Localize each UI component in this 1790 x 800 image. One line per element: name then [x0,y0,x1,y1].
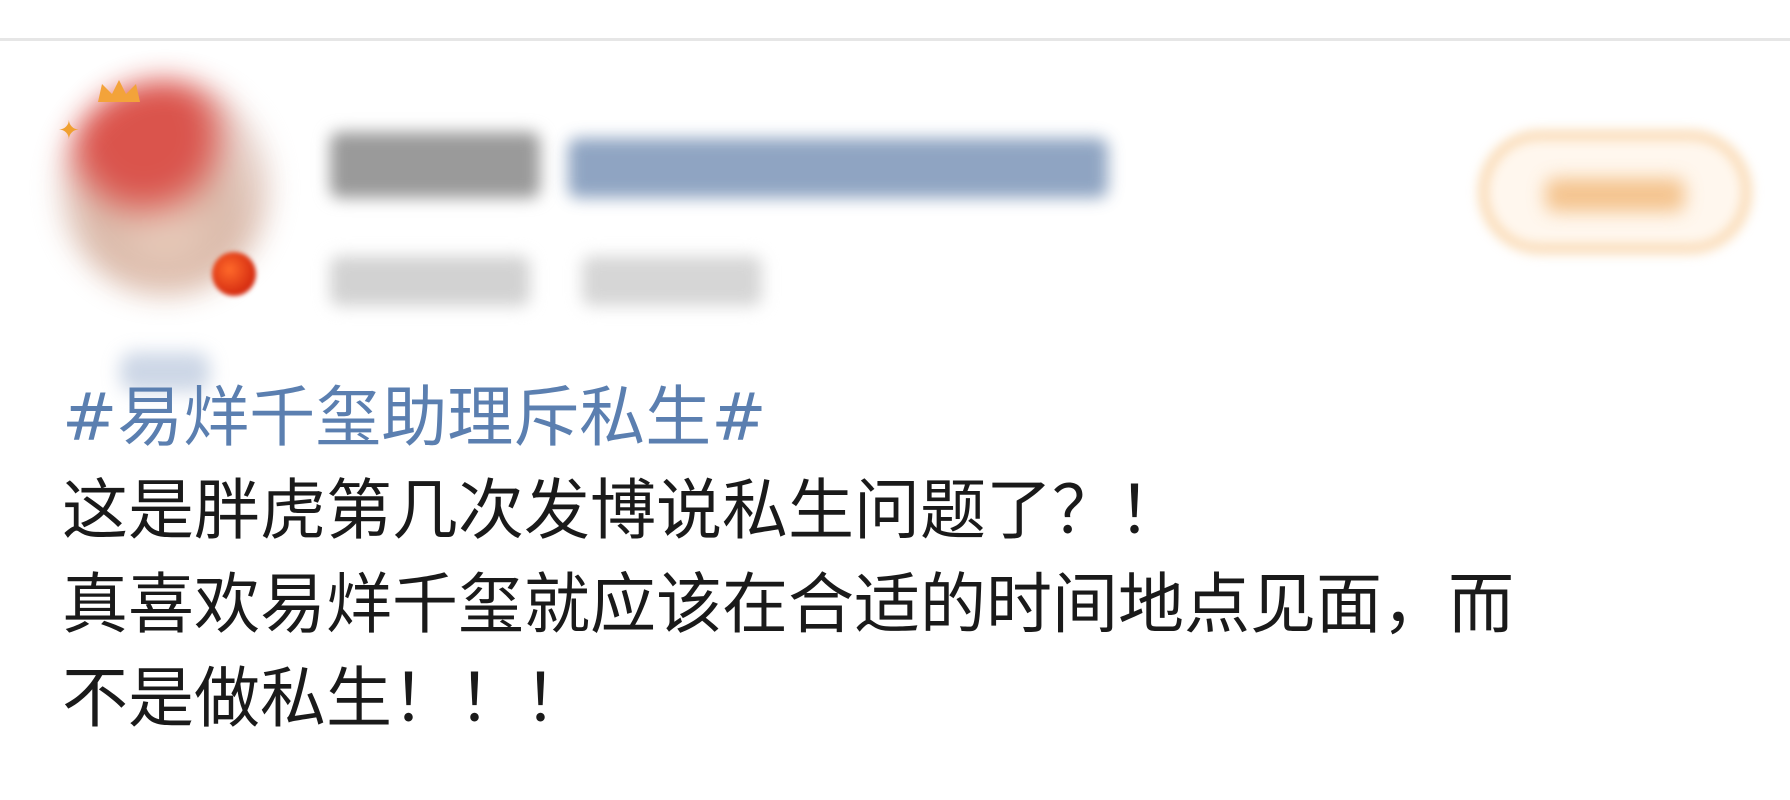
sparkle-icon: ✦ [58,116,80,146]
post-source-redacted [582,256,762,306]
post-text-line-3: 不是做私生！！！ [62,660,590,737]
user-tag-redacted[interactable] [568,138,1108,198]
follow-button-label-redacted [1545,178,1685,212]
username-redacted[interactable] [330,132,540,198]
post-text-line-1: 这是胖虎第几次发博说私生问题了？！ [62,472,1184,549]
post-content: #易烊千玺助理斥私生# 这是胖虎第几次发博说私生问题了？！ 真喜欢易烊千玺就应该… [62,372,1762,746]
post-text-line-2: 真喜欢易烊千玺就应该在合适的时间地点见面，而 [62,566,1514,643]
top-divider [0,38,1790,41]
weibo-post-screenshot: ✦ #易烊千玺助理斥私生# 这是胖虎第几次发博说私生问题了？！ 真喜欢易烊千玺就… [0,0,1790,800]
verified-badge-icon [212,252,256,296]
post-time-redacted [330,256,530,306]
topic-hashtag-link[interactable]: #易烊千玺助理斥私生# [62,372,1762,464]
crown-icon [98,80,140,102]
